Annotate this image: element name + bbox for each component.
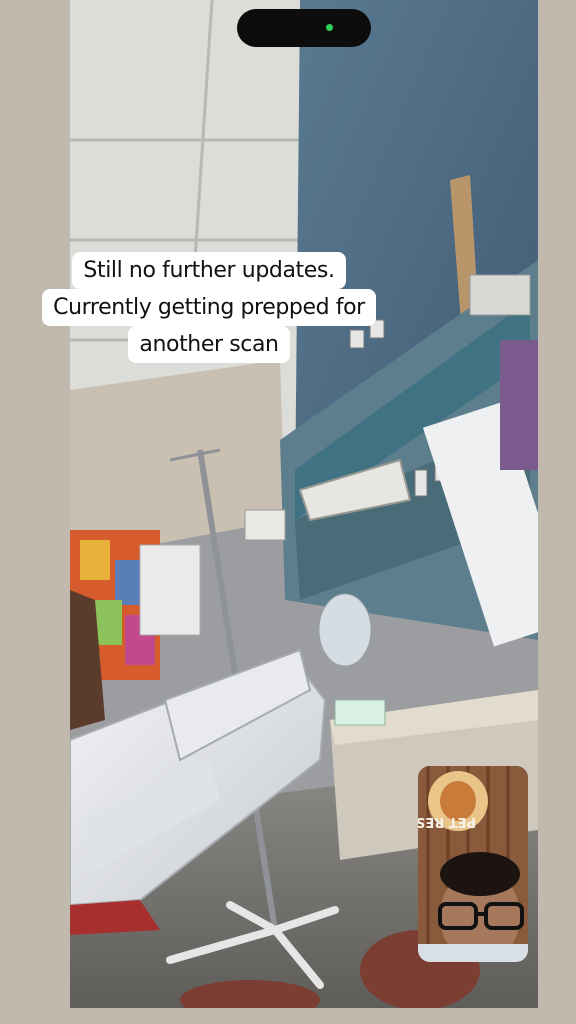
story-caption: Still no further updates. Currently gett… [34,252,384,363]
video-call-frame: PET RES [70,0,538,1008]
caption-line-3: another scan [128,326,290,363]
camera-in-use-indicator-icon [326,24,333,31]
caption-line-1: Still no further updates. [72,252,346,289]
story-screen: PET RES Still no further updates. Curren… [0,0,576,1024]
caption-line-2: Currently getting prepped for [42,289,376,326]
dynamic-island [237,9,371,47]
self-view-image: PET RES [418,766,528,962]
self-view-camera[interactable]: PET RES [418,766,528,962]
pip-sign-text: PET RES [418,814,476,829]
